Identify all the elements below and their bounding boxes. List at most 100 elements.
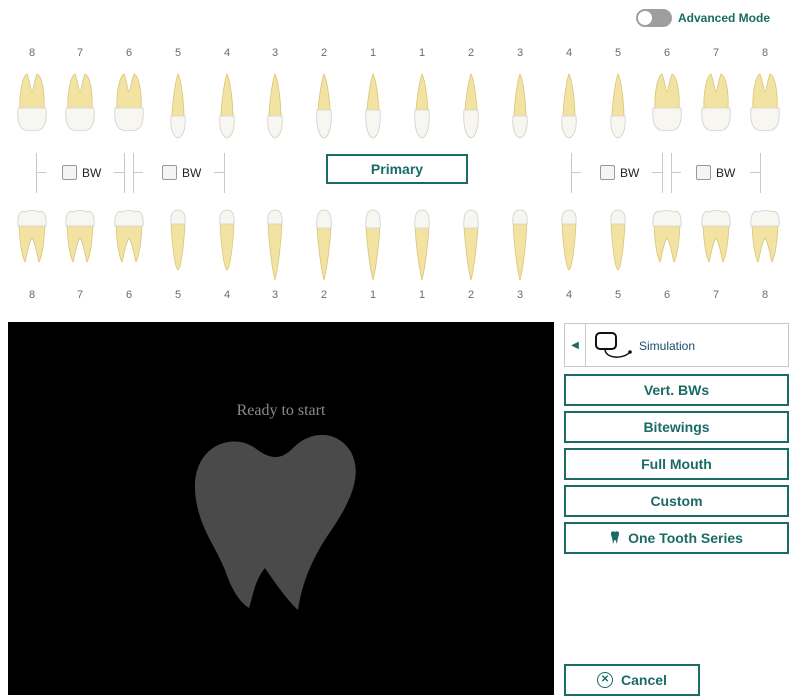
bracket-line bbox=[671, 172, 681, 173]
lower-tooth[interactable] bbox=[167, 208, 189, 288]
tooth-number-lower: 8 bbox=[761, 289, 769, 301]
lower-tooth[interactable] bbox=[748, 208, 782, 288]
custom-button[interactable]: Custom bbox=[564, 485, 789, 517]
sensor-selector[interactable]: ◀ Simulation bbox=[564, 323, 789, 367]
tooth-number-lower: 7 bbox=[712, 289, 720, 301]
toggle-switch[interactable] bbox=[635, 9, 672, 27]
upper-tooth[interactable] bbox=[411, 70, 433, 150]
upper-tooth[interactable] bbox=[650, 70, 684, 150]
lower-tooth[interactable] bbox=[411, 208, 433, 288]
tooth-number-lower: 5 bbox=[174, 289, 182, 301]
bracket-line bbox=[571, 172, 581, 173]
checkbox[interactable] bbox=[62, 165, 77, 180]
upper-tooth[interactable] bbox=[63, 70, 97, 150]
lower-tooth[interactable] bbox=[509, 208, 531, 288]
tooth-number-upper: 5 bbox=[174, 47, 182, 59]
bracket-line bbox=[114, 172, 124, 173]
tooth-number-upper: 8 bbox=[28, 47, 36, 59]
upper-tooth[interactable] bbox=[216, 70, 238, 150]
advanced-mode-label: Advanced Mode bbox=[677, 11, 770, 25]
button-label: Custom bbox=[650, 493, 703, 509]
upper-tooth[interactable] bbox=[362, 70, 384, 150]
tooth-number-lower: 1 bbox=[369, 289, 377, 301]
tooth-number-lower: 4 bbox=[565, 289, 573, 301]
lower-tooth[interactable] bbox=[460, 208, 482, 288]
upper-tooth[interactable] bbox=[699, 70, 733, 150]
bracket-line bbox=[571, 153, 572, 193]
tooth-number-lower: 3 bbox=[271, 289, 279, 301]
button-label: One Tooth Series bbox=[628, 530, 743, 546]
tooth-number-upper: 5 bbox=[614, 47, 622, 59]
lower-tooth[interactable] bbox=[607, 208, 629, 288]
upper-tooth[interactable] bbox=[509, 70, 531, 150]
tooth-number-lower: 7 bbox=[76, 289, 84, 301]
sensor-label: Simulation bbox=[639, 339, 696, 353]
upper-tooth[interactable] bbox=[15, 70, 49, 150]
vert-bws-button[interactable]: Vert. BWs bbox=[564, 374, 789, 406]
upper-tooth[interactable] bbox=[460, 70, 482, 150]
tooth-number-upper: 7 bbox=[712, 47, 720, 59]
tooth-number-lower: 1 bbox=[418, 289, 426, 301]
checkbox[interactable] bbox=[696, 165, 711, 180]
primary-button[interactable]: Primary bbox=[326, 154, 468, 184]
lower-tooth[interactable] bbox=[264, 208, 286, 288]
bracket-line bbox=[133, 172, 143, 173]
close-icon: ✕ bbox=[597, 672, 614, 688]
tooth-number-lower: 6 bbox=[663, 289, 671, 301]
bracket-line bbox=[671, 153, 672, 193]
one-tooth-series-button[interactable]: One Tooth Series bbox=[564, 522, 789, 554]
checkbox[interactable] bbox=[600, 165, 615, 180]
upper-tooth[interactable] bbox=[112, 70, 146, 150]
tooth-placeholder-icon bbox=[194, 434, 356, 610]
tooth-number-upper: 3 bbox=[271, 47, 279, 59]
lower-tooth[interactable] bbox=[63, 208, 97, 288]
sensor-icon bbox=[595, 332, 632, 358]
tooth-number-lower: 6 bbox=[125, 289, 133, 301]
tooth-number-upper: 2 bbox=[467, 47, 475, 59]
bw-label: BW bbox=[182, 165, 202, 180]
bw-label: BW bbox=[620, 165, 640, 180]
upper-tooth[interactable] bbox=[264, 70, 286, 150]
advanced-mode-toggle[interactable]: Advanced Mode bbox=[635, 8, 770, 28]
tooth-number-lower: 2 bbox=[467, 289, 475, 301]
bracket-line bbox=[214, 172, 224, 173]
lower-tooth[interactable] bbox=[650, 208, 684, 288]
lower-tooth[interactable] bbox=[699, 208, 733, 288]
full-mouth-button[interactable]: Full Mouth bbox=[564, 448, 789, 480]
tooth-number-upper: 4 bbox=[565, 47, 573, 59]
tooth-number-upper: 7 bbox=[76, 47, 84, 59]
button-label: Cancel bbox=[621, 672, 667, 688]
lower-tooth[interactable] bbox=[362, 208, 384, 288]
collapse-arrow-icon[interactable]: ◀ bbox=[565, 324, 586, 366]
lower-tooth[interactable] bbox=[216, 208, 238, 288]
tooth-number-upper: 6 bbox=[125, 47, 133, 59]
cancel-button[interactable]: ✕ Cancel bbox=[564, 664, 700, 696]
tooth-number-upper: 1 bbox=[369, 47, 377, 59]
upper-tooth[interactable] bbox=[313, 70, 335, 150]
tooth-number-upper: 8 bbox=[761, 47, 769, 59]
bitewings-button[interactable]: Bitewings bbox=[564, 411, 789, 443]
tooth-number-upper: 1 bbox=[418, 47, 426, 59]
bw-checkbox-premolar-left[interactable]: BW bbox=[600, 165, 639, 180]
checkbox[interactable] bbox=[162, 165, 177, 180]
upper-tooth[interactable] bbox=[167, 70, 189, 150]
tooth-number-upper: 4 bbox=[223, 47, 231, 59]
bracket-line bbox=[224, 153, 225, 193]
tooth-number-upper: 2 bbox=[320, 47, 328, 59]
upper-tooth[interactable] bbox=[607, 70, 629, 150]
lower-tooth[interactable] bbox=[112, 208, 146, 288]
upper-tooth[interactable] bbox=[748, 70, 782, 150]
tooth-number-lower: 4 bbox=[223, 289, 231, 301]
bracket-line bbox=[750, 172, 760, 173]
lower-tooth[interactable] bbox=[15, 208, 49, 288]
lower-tooth[interactable] bbox=[313, 208, 335, 288]
button-label: Full Mouth bbox=[641, 456, 712, 472]
upper-tooth[interactable] bbox=[558, 70, 580, 150]
bw-checkbox-premolar-right[interactable]: BW bbox=[162, 165, 201, 180]
bw-checkbox-upper-left[interactable]: BW bbox=[696, 165, 735, 180]
button-label: Bitewings bbox=[643, 419, 710, 435]
bracket-line bbox=[760, 153, 761, 193]
lower-tooth[interactable] bbox=[558, 208, 580, 288]
status-text: Ready to start bbox=[236, 402, 326, 419]
bw-checkbox-upper-right[interactable]: BW bbox=[62, 165, 101, 180]
